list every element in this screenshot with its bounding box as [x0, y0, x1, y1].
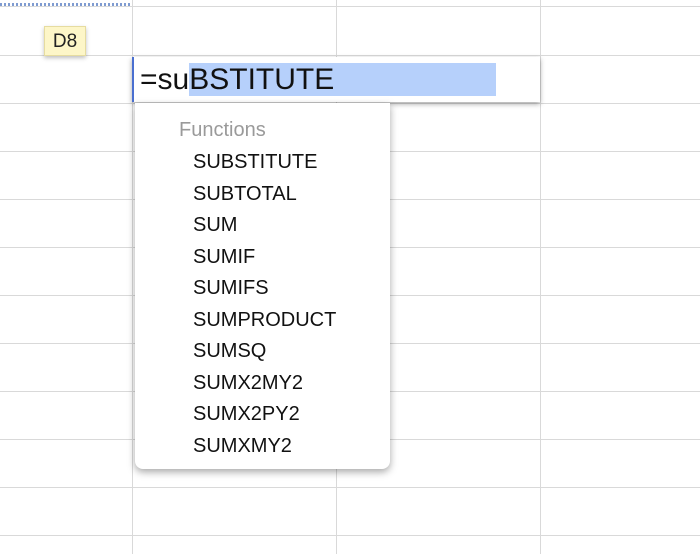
row-divider: [0, 55, 700, 56]
function-item-sumifs[interactable]: SUMIFS: [193, 273, 336, 305]
function-item-sumproduct[interactable]: SUMPRODUCT: [193, 305, 336, 337]
row-divider: [0, 6, 700, 7]
function-item-sumxmy2[interactable]: SUMXMY2: [193, 431, 336, 463]
cell-reference-tooltip: D8: [44, 26, 86, 56]
copy-selection-border: [0, 3, 132, 6]
function-autocomplete-popup: Functions SUBSTITUTE SUBTOTAL SUM SUMIF …: [135, 103, 390, 469]
autocomplete-inline-suggestion: BSTITUTE: [189, 63, 497, 96]
formula-cell-editor[interactable]: =suBSTITUTE: [132, 57, 540, 102]
function-item-sumx2my2[interactable]: SUMX2MY2: [193, 368, 336, 400]
function-item-sumsq[interactable]: SUMSQ: [193, 336, 336, 368]
popup-header: Functions: [179, 119, 266, 141]
function-item-sum[interactable]: SUM: [193, 210, 336, 242]
typed-formula-text: =su: [140, 63, 190, 96]
function-item-substitute[interactable]: SUBSTITUTE: [193, 147, 336, 179]
function-item-sumx2py2[interactable]: SUMX2PY2: [193, 399, 336, 431]
row-divider: [0, 535, 700, 536]
function-item-subtotal[interactable]: SUBTOTAL: [193, 179, 336, 211]
function-list: SUBSTITUTE SUBTOTAL SUM SUMIF SUMIFS SUM…: [193, 147, 336, 462]
column-divider: [540, 0, 541, 554]
function-item-sumif[interactable]: SUMIF: [193, 242, 336, 274]
row-divider: [0, 487, 700, 488]
